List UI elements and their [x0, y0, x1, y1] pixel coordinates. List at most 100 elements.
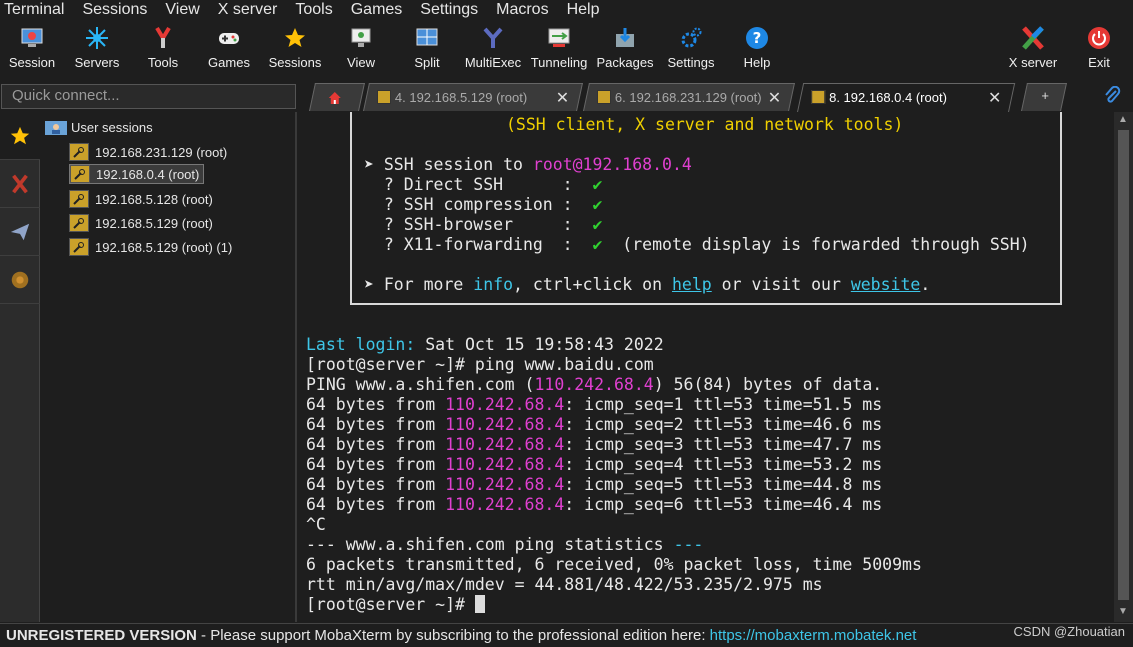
menu-terminal[interactable]: Terminal [0, 0, 64, 20]
games-button[interactable]: Games [197, 22, 261, 76]
ping-reply: 64 bytes from 110.242.68.4: icmp_seq=3 t… [306, 435, 883, 454]
close-icon[interactable]: ✕ [555, 88, 568, 108]
toolbar: Session Servers Tools Games Sessions Vie… [0, 20, 1133, 78]
help-button[interactable]: ? Help [725, 22, 789, 76]
sftp-side-tab[interactable] [0, 208, 40, 256]
split-button[interactable]: Split [395, 22, 459, 76]
view-icon [351, 28, 371, 47]
tools-icon [155, 26, 171, 48]
key-icon [597, 90, 611, 104]
key-icon [69, 143, 89, 161]
attachment-icon[interactable] [1103, 86, 1121, 104]
packages-button[interactable]: Packages [593, 22, 657, 76]
key-icon [811, 90, 826, 104]
tunneling-button[interactable]: Tunneling [527, 22, 591, 76]
tab-session-4[interactable]: 4. 192.168.5.129 (root) ✕ [363, 83, 583, 111]
sessions-button[interactable]: Sessions [263, 22, 327, 76]
packages-icon [616, 28, 634, 47]
ping-reply: 64 bytes from 110.242.68.4: icmp_seq=2 t… [306, 415, 883, 434]
session-item-selected[interactable]: 192.168.0.4 (root) [69, 164, 205, 184]
close-icon[interactable]: ✕ [988, 88, 1001, 108]
servers-icon [86, 27, 108, 49]
tab-bar: 4. 192.168.5.129 (root) ✕ 6. 192.168.231… [300, 80, 1133, 113]
tools-button[interactable]: Tools [131, 22, 195, 76]
menu-tools[interactable]: Tools [291, 0, 332, 20]
scroll-thumb[interactable] [1118, 130, 1129, 600]
scroll-down-icon[interactable]: ▼ [1118, 606, 1128, 617]
multiexec-button[interactable]: MultiExec [461, 22, 525, 76]
gamepad-icon [219, 33, 239, 44]
feature-line: ? SSH compression : ✔ [364, 195, 603, 214]
menu-games[interactable]: Games [347, 0, 403, 20]
tab-session-8[interactable]: 8. 192.168.0.4 (root) ✕ [796, 83, 1016, 113]
session-item[interactable]: 192.168.5.128 (root) [69, 189, 217, 209]
feature-line: ? SSH-browser : ✔ [364, 215, 603, 234]
session-item[interactable]: 192.168.5.129 (root) (1) [69, 237, 236, 257]
menu-x-server[interactable]: X server [214, 0, 278, 20]
website-link[interactable]: website [851, 275, 921, 294]
macros-side-tab[interactable] [0, 256, 40, 304]
session-item[interactable]: 192.168.5.129 (root) [69, 213, 217, 233]
home-tab[interactable] [309, 83, 365, 111]
svg-text:?: ? [753, 29, 762, 47]
terminal[interactable]: (SSH client, X server and network tools)… [300, 112, 1114, 622]
tools-side-tab[interactable] [0, 160, 40, 208]
x-server-icon [1022, 26, 1044, 50]
new-tab-button[interactable]: + [1021, 83, 1067, 111]
menu-macros[interactable]: Macros [492, 0, 548, 20]
x-server-button[interactable]: X server [1001, 22, 1065, 76]
close-icon[interactable]: ✕ [767, 88, 780, 108]
prompt-line: [root@server ~]# [306, 595, 485, 615]
tab-label: 8. 192.168.0.4 (root) [829, 90, 947, 105]
help-link[interactable]: help [672, 275, 712, 294]
mobaxterm-link[interactable]: https://mobaxterm.mobatek.net [710, 627, 917, 644]
stats-line: rtt min/avg/max/mdev = 44.881/48.422/53.… [306, 575, 823, 594]
plus-icon: + [1041, 88, 1049, 103]
menu-help[interactable]: Help [563, 0, 600, 20]
side-strip [0, 112, 40, 622]
star-icon [10, 126, 30, 144]
menu-view[interactable]: View [161, 0, 199, 20]
tab-label: 4. 192.168.5.129 (root) [394, 90, 528, 105]
menu-sessions[interactable]: Sessions [78, 0, 147, 20]
tunneling-icon [548, 28, 570, 47]
menu-settings[interactable]: Settings [416, 0, 478, 20]
quick-connect-input[interactable]: Quick connect... [1, 84, 296, 109]
status-bar: UNREGISTERED VERSION - Please support Mo… [0, 623, 1133, 647]
view-button[interactable]: View [329, 22, 393, 76]
interrupt-line: ^C [306, 515, 326, 534]
exit-button[interactable]: Exit [1067, 22, 1131, 76]
session-icon [21, 28, 43, 47]
key-icon [69, 214, 89, 232]
servers-button[interactable]: Servers [65, 22, 129, 76]
settings-button[interactable]: Settings [659, 22, 723, 76]
ping-reply: 64 bytes from 110.242.68.4: icmp_seq=6 t… [306, 495, 883, 514]
session-item[interactable]: 192.168.231.129 (root) [69, 142, 231, 162]
help-icon: ? [746, 27, 768, 49]
sessions-panel: User sessions 192.168.231.129 (root) 192… [41, 112, 297, 622]
star-icon [285, 28, 305, 47]
user-sessions-folder[interactable]: User sessions [45, 119, 153, 135]
terminal-scrollbar[interactable]: ▲ ▼ [1114, 112, 1133, 622]
tools-icon [12, 174, 28, 193]
ping-header: PING www.a.shifen.com (110.242.68.4) 56(… [306, 375, 883, 394]
user-folder-icon [45, 121, 67, 135]
ping-reply: 64 bytes from 110.242.68.4: icmp_seq=4 t… [306, 455, 883, 474]
macro-icon [11, 271, 29, 288]
tab-session-6[interactable]: 6. 192.168.231.129 (root) ✕ [583, 83, 795, 111]
ping-reply: 64 bytes from 110.242.68.4: icmp_seq=5 t… [306, 475, 883, 494]
sessions-side-tab[interactable] [0, 112, 40, 160]
tab-label: 6. 192.168.231.129 (root) [614, 90, 762, 105]
scroll-up-icon[interactable]: ▲ [1118, 114, 1128, 125]
key-icon [377, 90, 391, 104]
stats-line: 6 packets transmitted, 6 received, 0% pa… [306, 555, 922, 574]
watermark: CSDN @Zhouatian [1013, 624, 1125, 639]
banner-title: (SSH client, X server and network tools) [506, 115, 904, 134]
menu-bar: Terminal Sessions View X server Tools Ga… [0, 0, 1133, 20]
stats-header: --- www.a.shifen.com ping statistics --- [306, 535, 704, 554]
session-button[interactable]: Session [0, 22, 64, 76]
ping-reply: 64 bytes from 110.242.68.4: icmp_seq=1 t… [306, 395, 883, 414]
unregistered-label: UNREGISTERED VERSION [6, 627, 197, 644]
multiexec-icon [483, 27, 503, 48]
power-icon [1088, 27, 1110, 49]
